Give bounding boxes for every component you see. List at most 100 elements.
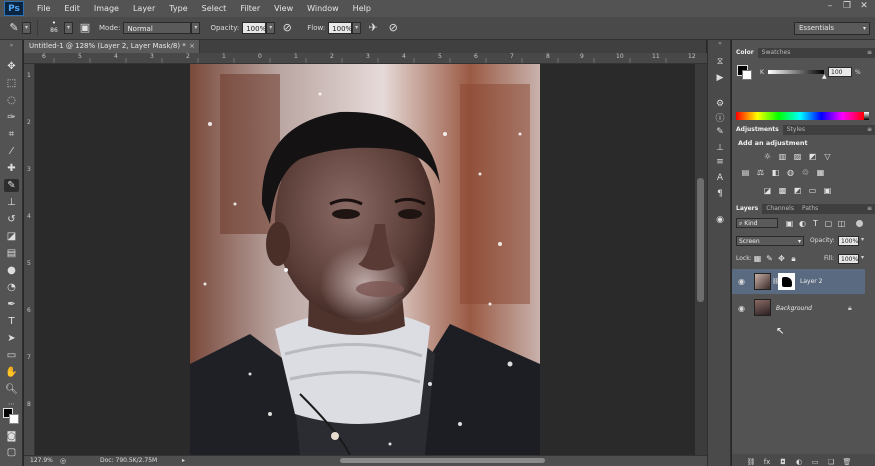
tab-adjustments[interactable]: Adjustments	[732, 125, 783, 135]
panel-menu-icon[interactable]: ≡	[867, 48, 872, 58]
expand-panels-icon[interactable]: «	[713, 41, 727, 47]
invert-icon[interactable]: ◪	[762, 186, 773, 195]
path-selection-tool-icon[interactable]: ➤	[4, 332, 19, 345]
dodge-tool-icon[interactable]: ◔	[4, 281, 19, 294]
menu-image[interactable]: Image	[87, 4, 126, 13]
mode-dropdown[interactable]: ▾	[191, 22, 201, 34]
zoom-tool-icon[interactable]: 🔍︎	[4, 383, 19, 396]
chevron-down-icon[interactable]: ▾	[861, 236, 864, 243]
layer-opacity-input[interactable]: 100%	[838, 236, 859, 246]
layer-name[interactable]: Layer 2	[800, 278, 822, 285]
document-tab[interactable]: Untitled-1 @ 128% (Layer 2, Layer Mask/8…	[24, 40, 200, 53]
status-menu-icon[interactable]: ▸	[182, 456, 185, 466]
layer-row-background[interactable]: ◉ Background 🔒︎	[732, 296, 865, 321]
screen-mode-icon[interactable]: ▢	[4, 446, 19, 459]
brush-size-picker[interactable]: • 86	[44, 19, 64, 37]
tab-layers[interactable]: Layers	[732, 204, 763, 214]
type-tool-icon[interactable]: T	[4, 315, 19, 328]
filter-type-icon[interactable]: T	[810, 219, 821, 228]
brush-presets-icon[interactable]: ✎	[713, 126, 727, 139]
clone-stamp-tool-icon[interactable]: ⊥	[4, 196, 19, 209]
channel-mixer-icon[interactable]: ♲	[800, 168, 811, 177]
visibility-eye-icon[interactable]: ◉	[738, 304, 745, 313]
chevron-down-icon[interactable]: ▾	[861, 254, 864, 261]
selective-color-icon[interactable]: ▣	[822, 186, 833, 195]
workspace-select[interactable]: Essentials ▾	[794, 22, 870, 35]
character-panel-icon[interactable]: A	[713, 172, 727, 185]
share-icon[interactable]: ◎	[60, 456, 66, 466]
filter-shape-icon[interactable]: ▢	[823, 219, 834, 228]
vertical-scrollbar-thumb[interactable]	[697, 178, 704, 302]
hue-saturation-icon[interactable]: ▤	[740, 168, 751, 177]
history-brush-tool-icon[interactable]: ↺	[4, 213, 19, 226]
exposure-icon[interactable]: ◩	[807, 152, 818, 161]
black-white-icon[interactable]: ◧	[770, 168, 781, 177]
zoom-level[interactable]: 127.9%	[30, 456, 53, 466]
brush-tool-icon[interactable]: ✎	[4, 179, 19, 192]
pressure-opacity-icon[interactable]: ⊘	[279, 20, 295, 36]
crop-tool-icon[interactable]: ⌗	[4, 128, 19, 141]
tab-paths[interactable]: Paths	[798, 204, 822, 214]
document-canvas-image[interactable]	[190, 64, 540, 455]
hand-tool-icon[interactable]: ✋	[4, 366, 19, 379]
layer-row-layer-2[interactable]: ◉ ⛓ Layer 2	[732, 269, 865, 294]
horizontal-scrollbar-thumb[interactable]	[340, 458, 545, 463]
layer-filter-select[interactable]: ⌕ Kind	[736, 218, 778, 228]
healing-brush-tool-icon[interactable]: ✚	[4, 162, 19, 175]
new-layer-icon[interactable]: ❏	[826, 458, 836, 466]
curves-icon[interactable]: ▨	[792, 152, 803, 161]
menu-filter[interactable]: Filter	[233, 4, 267, 13]
restore-button[interactable]: ❐	[840, 1, 854, 13]
flow-input[interactable]: 100%	[328, 22, 352, 34]
fill-input[interactable]: 100%	[838, 254, 859, 264]
new-group-icon[interactable]: ▭	[810, 458, 820, 466]
clone-source-icon[interactable]: ⊥	[713, 142, 727, 155]
filter-adjustment-icon[interactable]: ◐	[797, 219, 808, 228]
pen-tool-icon[interactable]: ✒	[4, 298, 19, 311]
eyedropper-tool-icon[interactable]: ⁄	[4, 145, 19, 158]
vibrance-icon[interactable]: ▽	[822, 152, 833, 161]
gradient-tool-icon[interactable]: ▤	[4, 247, 19, 260]
tab-color[interactable]: Color	[732, 48, 758, 58]
link-layers-icon[interactable]: ⛓	[746, 458, 756, 466]
gradient-map-icon[interactable]: ▭	[807, 186, 818, 195]
k-value-input[interactable]: 100	[828, 67, 852, 77]
new-adjustment-icon[interactable]: ◐	[794, 458, 804, 466]
marquee-tool-icon[interactable]: ⬚	[4, 77, 19, 90]
visibility-eye-icon[interactable]: ◉	[738, 277, 745, 286]
flow-dropdown[interactable]: ▾	[352, 22, 362, 34]
menu-type[interactable]: Type	[162, 4, 194, 13]
menu-file[interactable]: File	[30, 4, 57, 13]
lock-transparency-icon[interactable]: ▦	[752, 254, 763, 263]
grayscale-ramp[interactable]	[864, 112, 869, 120]
tab-styles[interactable]: Styles	[783, 125, 809, 135]
paragraph-panel-icon[interactable]: ¶	[713, 188, 727, 201]
brightness-icon[interactable]: ☼	[762, 152, 773, 161]
brush-panel-icon[interactable]: ▣	[77, 20, 93, 36]
panel-menu-icon[interactable]: ≡	[867, 125, 872, 135]
brush-size-dropdown[interactable]: ▾	[64, 22, 73, 34]
add-mask-icon[interactable]: ◘	[778, 458, 788, 466]
menu-help[interactable]: Help	[346, 4, 378, 13]
k-slider-track[interactable]	[768, 70, 824, 74]
info-panel-icon[interactable]: ⓘ	[713, 113, 727, 126]
lasso-tool-icon[interactable]: ◌	[4, 94, 19, 107]
layer-style-icon[interactable]: fx	[762, 458, 772, 466]
menu-window[interactable]: Window	[300, 4, 346, 13]
blur-tool-icon[interactable]: ●	[4, 264, 19, 277]
tab-channels[interactable]: Channels	[762, 204, 798, 214]
close-tab-icon[interactable]: ×	[189, 40, 195, 53]
opacity-input[interactable]: 100%	[242, 22, 266, 34]
eraser-tool-icon[interactable]: ◪	[4, 230, 19, 243]
layer-mask-thumbnail[interactable]	[778, 273, 795, 290]
tab-swatches[interactable]: Swatches	[758, 48, 795, 58]
lock-position-icon[interactable]: ✥	[776, 254, 787, 263]
opacity-dropdown[interactable]: ▾	[266, 22, 276, 34]
quick-mask-icon[interactable]: ◙	[4, 430, 19, 443]
minimize-button[interactable]: –	[823, 1, 837, 13]
panel-menu-icon[interactable]: ≡	[867, 204, 872, 214]
color-lookup-icon[interactable]: ▦	[815, 168, 826, 177]
airbrush-icon[interactable]: ✈	[365, 20, 381, 36]
color-spectrum-bar[interactable]	[736, 112, 864, 120]
shape-tool-icon[interactable]: ▭	[4, 349, 19, 362]
